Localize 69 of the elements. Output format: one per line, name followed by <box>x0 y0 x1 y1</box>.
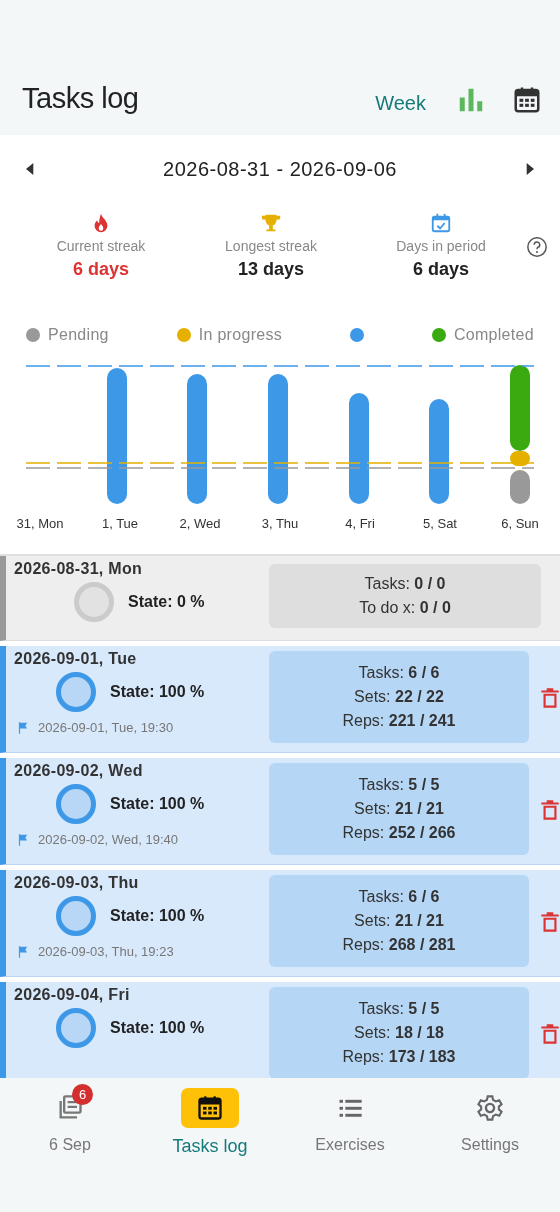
legend-label: In progress <box>198 326 283 344</box>
summary-line: Tasks: 6 / 6 <box>358 664 440 682</box>
summary-line: Tasks: 6 / 6 <box>358 888 440 906</box>
day-card[interactable]: 2026-09-01, Tue State: 100 % 2026-09-01, Tue, 19:30 Tasks: 6 / 6 Sets: 22 / 22 Reps: 221 / 241 <box>0 646 560 753</box>
day-label: 3, Thu <box>260 516 300 533</box>
summary-line: To do x: 0 / 0 <box>359 599 451 617</box>
summary-line: Sets: 18 / 18 <box>354 1024 444 1042</box>
progress-ring-icon <box>74 582 114 622</box>
nav-tab[interactable]: Exercises <box>280 1088 420 1212</box>
day-date: 2026-09-02, Wed <box>14 762 144 780</box>
state-text: State: 100 % <box>110 1019 205 1037</box>
summary-line: Reps: 252 / 266 <box>342 824 456 842</box>
progress-ring-icon <box>56 784 96 824</box>
progress-ring-icon <box>56 1008 96 1048</box>
day-label: 4, Fri <box>344 516 376 533</box>
state-text: State: 100 % <box>110 907 205 925</box>
flag-icon <box>16 944 30 959</box>
flag-icon <box>16 720 30 735</box>
summary-line: Sets: 21 / 21 <box>354 800 444 818</box>
legend-label: Pending <box>48 326 109 344</box>
summary-line: Sets: 21 / 21 <box>354 912 444 930</box>
summary-line: Tasks: 5 / 5 <box>358 1000 440 1018</box>
help-icon[interactable] <box>526 236 548 258</box>
day-card[interactable]: 2026-09-02, Wed State: 100 % 2026-09-02, Wed, 19:40 Tasks: 5 / 5 Sets: 21 / 21 Reps: 252 / 266 <box>0 758 560 865</box>
stat-label: Current streak <box>56 238 146 254</box>
stat-label: Longest streak <box>225 238 317 254</box>
calendar-icon[interactable] <box>512 85 542 115</box>
day-label: 31, Mon <box>15 516 65 533</box>
day-date: 2026-09-01, Tue <box>14 650 138 668</box>
state-text: State: 100 % <box>110 683 205 701</box>
summary-line: Reps: 221 / 241 <box>342 712 456 730</box>
page-title: Tasks log <box>22 82 140 115</box>
summary-line: Reps: 173 / 183 <box>342 1048 456 1066</box>
calendar-check-icon <box>430 212 452 234</box>
summary-line: Tasks: 5 / 5 <box>358 776 440 794</box>
flag-icon <box>16 832 30 847</box>
stat-label: Days in period <box>396 238 486 254</box>
finish-time: 2026-09-02, Wed, 19:40 <box>38 832 178 847</box>
finish-time: 2026-09-03, Thu, 19:23 <box>38 944 174 959</box>
day-label: 5, Sat <box>422 516 458 533</box>
nav-tab[interactable]: Tasks log <box>140 1088 280 1212</box>
finish-time: 2026-09-01, Tue, 19:30 <box>38 720 174 735</box>
summary-line: Tasks: 0 / 0 <box>364 575 446 593</box>
day-label: 1, Tue <box>100 516 140 533</box>
nav-tab[interactable]: Settings <box>420 1088 560 1212</box>
summary-line: Reps: 268 / 281 <box>342 936 456 954</box>
summary-line: Sets: 22 / 22 <box>354 688 444 706</box>
legend-label: Completed <box>453 326 534 344</box>
calendar-icon <box>196 1094 224 1122</box>
day-card[interactable]: 2026-09-03, Thu State: 100 % 2026-09-03, Thu, 19:23 Tasks: 6 / 6 Sets: 21 / 21 Reps: 268 / 281 <box>0 870 560 977</box>
state-text: State: 100 % <box>110 795 205 813</box>
state-text: State: 0 % <box>128 593 205 611</box>
stat-value: 6 days <box>72 259 129 280</box>
day-card[interactable]: 2026-08-31, Mon State: 0 % Tasks: 0 / 0 To do x: 0 / 0 <box>0 556 560 641</box>
progress-ring-icon <box>56 896 96 936</box>
period-button[interactable]: Week <box>375 92 426 115</box>
settings-icon <box>476 1094 504 1122</box>
date-range: 2026-08-31 - 2026-09-06 <box>162 157 398 181</box>
day-date: 2026-09-04, Fri <box>14 986 131 1004</box>
stat-value: 6 days <box>412 259 469 280</box>
day-date: 2026-09-03, Thu <box>14 874 140 892</box>
trophy-icon <box>260 212 282 234</box>
progress-ring-icon <box>56 672 96 712</box>
day-date: 2026-08-31, Mon <box>14 560 144 578</box>
day-label: 2, Wed <box>178 516 222 533</box>
day-card[interactable]: 2026-09-04, Fri State: 100 % Tasks: 5 / 5 Sets: 18 / 18 Reps: 173 / 183 <box>0 982 560 1078</box>
notification-badge: 6 <box>72 1084 93 1105</box>
day-label: 6, Sun <box>500 516 540 533</box>
stat-value: 13 days <box>237 259 305 280</box>
